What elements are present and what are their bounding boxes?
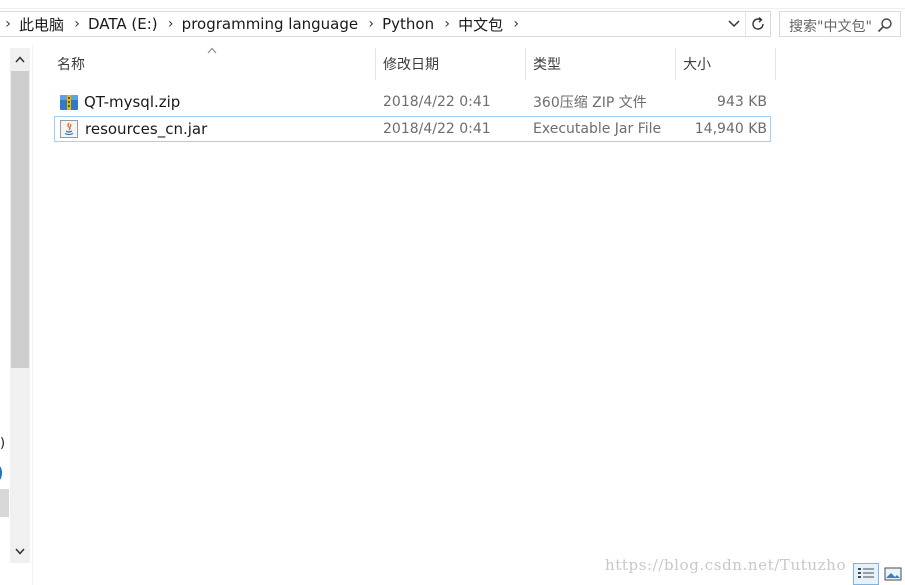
large-icons-view-icon bbox=[884, 567, 902, 581]
breadcrumb-item-chinese-pack[interactable]: 中文包 bbox=[456, 14, 507, 35]
chevron-up-icon bbox=[15, 55, 25, 62]
file-size: 14,940 KB bbox=[694, 121, 767, 137]
file-row-selected[interactable]: resources_cn.jar 2018/4/22 0:41 Executab… bbox=[54, 116, 771, 142]
chevron-down-icon bbox=[728, 20, 740, 28]
watermark-text: https://blog.csdn.net/Tutuzho bbox=[605, 556, 847, 574]
nav-item-partial-text[interactable]: ) bbox=[0, 436, 5, 451]
details-view-icon bbox=[858, 568, 874, 578]
file-type: Executable Jar File bbox=[533, 121, 662, 137]
chevron-right-icon[interactable]: › bbox=[68, 16, 86, 32]
column-header-name[interactable]: 名称 bbox=[50, 48, 376, 80]
breadcrumb-item-this-pc[interactable]: 此电脑 bbox=[17, 14, 68, 35]
pane-divider[interactable] bbox=[32, 45, 33, 585]
nav-scroll-down-button[interactable] bbox=[10, 540, 30, 562]
breadcrumb-item-programming-language[interactable]: programming language bbox=[180, 15, 362, 33]
file-size: 943 KB bbox=[717, 94, 767, 110]
java-jar-icon bbox=[60, 120, 78, 138]
window-top-strip bbox=[0, 0, 905, 9]
nav-scroll-up-button[interactable] bbox=[10, 48, 30, 70]
chevron-down-icon bbox=[15, 548, 25, 555]
breadcrumb-item-data-drive[interactable]: DATA (E:) bbox=[86, 15, 162, 33]
search-placeholder: 搜索"中文包" bbox=[789, 19, 872, 35]
file-name[interactable]: QT-mysql.zip bbox=[84, 89, 180, 115]
file-name[interactable]: resources_cn.jar bbox=[85, 116, 207, 142]
chevron-right-icon[interactable]: › bbox=[507, 16, 525, 32]
chevron-right-icon[interactable]: › bbox=[438, 16, 456, 32]
file-row[interactable]: QT-mysql.zip 2018/4/22 0:41 360压缩 ZIP 文件… bbox=[54, 89, 771, 115]
refresh-button[interactable] bbox=[745, 12, 770, 36]
large-icons-view-button[interactable] bbox=[883, 565, 903, 583]
nav-scrollbar-thumb[interactable] bbox=[11, 71, 29, 368]
file-date-modified: 2018/4/22 0:41 bbox=[383, 94, 491, 110]
details-view-button[interactable] bbox=[853, 563, 879, 585]
column-header-type[interactable]: 类型 bbox=[526, 48, 676, 80]
breadcrumb-item-python[interactable]: Python bbox=[380, 15, 438, 33]
chevron-right-icon[interactable]: › bbox=[362, 16, 380, 32]
chevron-right-icon[interactable]: › bbox=[162, 16, 180, 32]
file-type: 360压缩 ZIP 文件 bbox=[533, 95, 647, 111]
nav-item-partial-highlight[interactable] bbox=[0, 489, 9, 517]
file-date-modified: 2018/4/22 0:41 bbox=[383, 121, 491, 137]
search-input[interactable]: 搜索"中文包" bbox=[779, 11, 901, 37]
address-history-dropdown[interactable] bbox=[724, 12, 744, 36]
column-header-size[interactable]: 大小 bbox=[676, 48, 776, 80]
zip-archive-icon bbox=[60, 95, 78, 110]
chevron-right-icon[interactable]: › bbox=[0, 16, 17, 32]
address-bar[interactable]: › 此电脑 › DATA (E:) › programming language… bbox=[0, 11, 771, 37]
search-icon[interactable] bbox=[877, 17, 893, 33]
refresh-icon bbox=[752, 16, 764, 30]
breadcrumb: › 此电脑 › DATA (E:) › programming language… bbox=[0, 12, 525, 36]
column-header-date-modified[interactable]: 修改日期 bbox=[376, 48, 526, 80]
